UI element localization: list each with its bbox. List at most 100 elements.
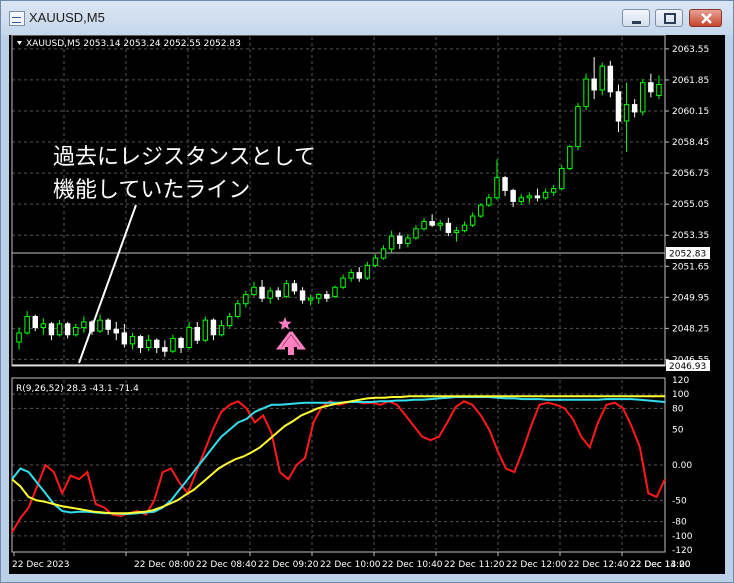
indicator-scale[interactable]: 120 100 80 50 0.00 -50 -80 -100 -120 (672, 376, 693, 556)
candle-body (24, 316, 30, 334)
price-tick-label: 2053.35 (672, 231, 709, 241)
time-tick-label: 22 Dec 12:40 (568, 560, 629, 570)
candle-body (356, 272, 362, 279)
indicator-line (11, 395, 665, 515)
close-button[interactable] (689, 9, 722, 27)
indicator-tick-label: -100 (672, 532, 693, 542)
candlestick-series[interactable] (16, 57, 662, 357)
indicator-panel-header: R(9,26,52) 28.3 -43.1 -71.4 (16, 384, 139, 394)
time-tick-label: 22 Dec 09:20 (258, 560, 319, 570)
price-tick-label: 2063.55 (672, 45, 709, 55)
candle-body (656, 83, 662, 96)
chart-window-icon (9, 11, 25, 26)
time-tick-label: 22 Dec 14:00 (630, 560, 691, 570)
annotation-line2: 機能していたライン (53, 178, 250, 203)
candle-body (235, 303, 241, 318)
candle-body (478, 204, 484, 217)
terminal-window: XAUUSD,M5 XAUUSD,M5 2053.14 2053.24 2052… (0, 0, 734, 583)
candle-body (145, 339, 152, 349)
candle-body (340, 277, 346, 288)
candle-body (56, 323, 63, 336)
indicator-tick-label: 0.00 (672, 461, 692, 471)
indicator-tick-label: -50 (672, 496, 687, 506)
candle-body (421, 221, 427, 230)
minimize-button[interactable] (622, 9, 650, 27)
candle-body (32, 316, 38, 328)
candle-body (388, 235, 395, 250)
time-tick-label: 22 Dec 10:00 (320, 560, 381, 570)
candle-body (591, 78, 597, 91)
candle-body (445, 222, 452, 233)
candle-body (405, 237, 411, 244)
indicator-tick-label: 100 (672, 390, 689, 400)
candle-body (397, 235, 403, 244)
time-tick-label: 22 Dec 2023 (12, 560, 70, 570)
candle-body (461, 224, 468, 232)
price-tick-label: 2048.25 (672, 324, 709, 334)
candle-body (631, 104, 638, 113)
candle-body (599, 65, 605, 91)
star-marker-icon (278, 317, 292, 330)
indicator-tick-label: 80 (672, 404, 684, 414)
dropdown-triangle-icon[interactable] (17, 41, 22, 45)
candle-body (162, 347, 168, 352)
candle-body (510, 189, 516, 202)
candle-body (332, 286, 338, 297)
indicator-tick-label: 120 (672, 376, 689, 386)
candle-body (437, 222, 443, 226)
candle-body (194, 326, 200, 341)
minimize-icon (632, 21, 641, 24)
candle-body (316, 294, 322, 299)
candle-body (129, 336, 136, 345)
candle-body (210, 319, 217, 336)
title-bar[interactable]: XAUUSD,M5 (1, 1, 733, 35)
price-tick-label: 2058.45 (672, 138, 709, 148)
chart-area[interactable]: XAUUSD,M5 2053.14 2053.24 2052.55 2052.8… (9, 35, 725, 574)
time-axis[interactable]: 22 Dec 2023 22 Dec 08:00 22 Dec 08:40 22 De… (12, 552, 691, 570)
indicator-tick-label: -80 (672, 518, 687, 528)
price-tick-label: 2061.85 (672, 76, 709, 86)
candle-body (307, 297, 314, 301)
price-scale[interactable]: 2063.55 2061.85 2060.15 2058.45 2056.75 2055.… (665, 45, 709, 366)
candle-body (154, 339, 160, 349)
time-tick-label: 22 Dec 10:40 (382, 560, 443, 570)
indicator-line (11, 396, 666, 515)
close-icon (701, 13, 712, 24)
price-tick-label: 2056.75 (672, 169, 709, 179)
candle-body (567, 146, 573, 170)
candle-body (218, 325, 225, 336)
price-panel-header: XAUUSD,M5 2053.14 2053.24 2052.55 2052.8… (26, 39, 241, 49)
candle-body (453, 230, 460, 233)
chart-canvas[interactable]: XAUUSD,M5 2053.14 2053.24 2052.55 2052.8… (9, 35, 725, 574)
candle-body (48, 323, 55, 336)
candle-body (575, 105, 581, 148)
candle-body (348, 272, 354, 279)
candle-body (542, 191, 549, 199)
time-tick-label: 22 Dec 08:40 (196, 560, 257, 570)
candle-body (113, 328, 119, 334)
window-title: XAUUSD,M5 (29, 10, 105, 25)
up-arrow-icon (276, 331, 306, 355)
time-tick-label: 22 Dec 11:20 (444, 560, 505, 570)
candle-body (275, 290, 281, 297)
price-tick-label: 2051.65 (672, 262, 709, 272)
candle-body (534, 195, 541, 199)
annotation-pointer-line (78, 204, 137, 364)
candle-body (251, 286, 257, 296)
candle-body (226, 316, 233, 327)
candle-body (372, 257, 379, 266)
price-tick-label: 2055.05 (672, 200, 709, 210)
maximize-icon (664, 13, 676, 24)
maximize-button[interactable] (655, 9, 683, 27)
candle-body (413, 228, 419, 239)
candle-body (494, 177, 500, 199)
candle-body (178, 337, 184, 349)
price-tick-label: 2049.95 (672, 293, 709, 303)
indicator-lines (11, 395, 666, 533)
candle-body (559, 168, 565, 190)
line-price-label: 2046.93 (669, 362, 706, 372)
candle-body (64, 323, 71, 336)
candle-body (291, 283, 298, 292)
candle-body (429, 221, 435, 226)
candle-body (186, 326, 192, 349)
